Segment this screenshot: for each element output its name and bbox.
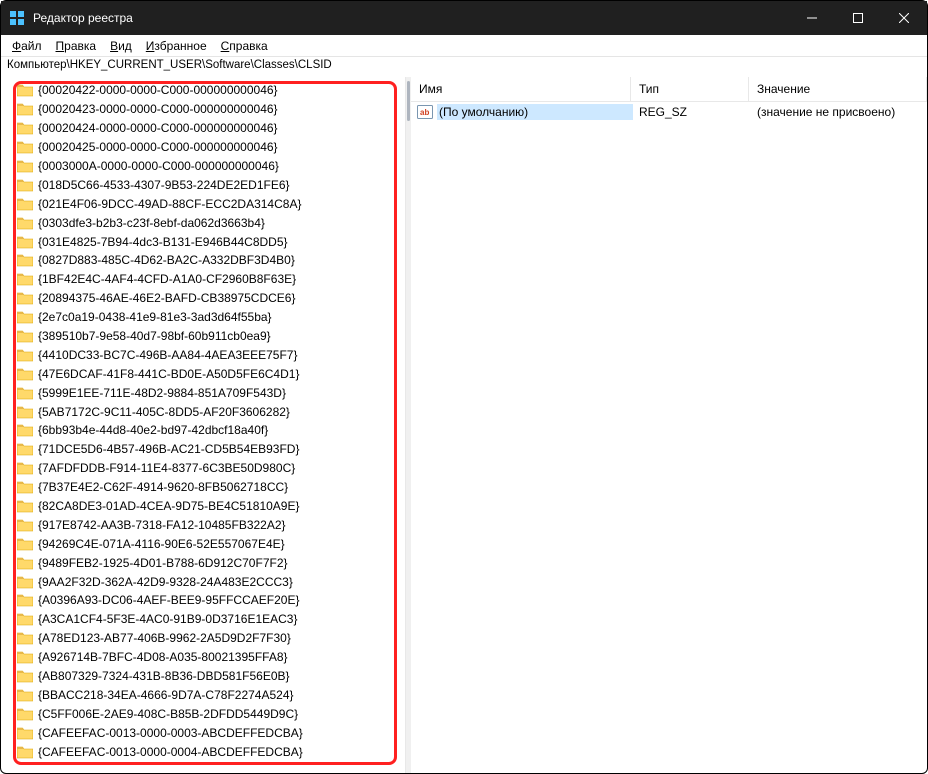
tree-item[interactable]: {7AFDFDDB-F914-11E4-8377-6C3BE50D980C} — [17, 459, 405, 478]
tree-item-label: {5999E1EE-711E-48D2-9884-851A709F543D} — [38, 386, 286, 400]
address-bar[interactable]: Компьютер\HKEY_CURRENT_USER\Software\Cla… — [1, 57, 927, 77]
tree-item-label: {0003000A-0000-0000-C000-000000000046} — [38, 159, 279, 173]
tree-item[interactable]: {5999E1EE-711E-48D2-9884-851A709F543D} — [17, 383, 405, 402]
col-header-name[interactable]: Имя — [411, 77, 631, 101]
tree-item-label: {2e7c0a19-0438-41e9-81e3-3ad3d64f55ba} — [38, 310, 272, 324]
tree-item-label: {1BF42E4C-4AF4-4CFD-A1A0-CF2960B8F63E} — [38, 272, 296, 286]
menu-view[interactable]: Вид — [103, 37, 139, 55]
menu-favorites[interactable]: Избранное — [139, 37, 214, 55]
titlebar: Редактор реестра — [1, 1, 927, 35]
tree-item[interactable]: {CAFEEFAC-0013-0000-0003-ABCDEFFEDCBA} — [17, 723, 405, 742]
value-row[interactable]: ab (По умолчанию)REG_SZ(значение не присв… — [411, 102, 927, 122]
menu-file[interactable]: Файл — [5, 37, 49, 55]
tree-item-label: {82CA8DE3-01AD-4CEA-9D75-BE4C51810A9E} — [38, 499, 300, 513]
tree-item[interactable]: {20894375-46AE-46E2-BAFD-CB38975CDCE6} — [17, 289, 405, 308]
tree-item-label: {00020422-0000-0000-C000-000000000046} — [38, 83, 278, 97]
tree-item-label: {94269C4E-071A-4116-90E6-52E557067E4E} — [38, 537, 285, 551]
splitter[interactable] — [406, 77, 411, 773]
tree-item-label: {9489FEB2-1925-4D01-B788-6D912C70F7F2} — [38, 556, 288, 570]
tree-item[interactable]: {A926714B-7BFC-4D08-A035-80021395FFA8} — [17, 648, 405, 667]
tree-item-label: {AB807329-7324-431B-8B36-DBD581F56E0B} — [38, 669, 290, 683]
tree-item[interactable]: {031E4825-7B94-4dc3-B131-E946B44C8DD5} — [17, 232, 405, 251]
menubar: Файл Правка Вид Избранное Справка — [1, 35, 927, 57]
tree-item[interactable]: {A78ED123-AB77-406B-9962-2A5D9D2F7F30} — [17, 629, 405, 648]
tree-item-label: {CAFEEFAC-0013-0000-0004-ABCDEFFEDCBA} — [38, 745, 303, 759]
tree-item-label: {A926714B-7BFC-4D08-A035-80021395FFA8} — [38, 650, 288, 664]
tree-item[interactable]: {9AA2F32D-362A-42D9-9328-24A483E2CCC3} — [17, 572, 405, 591]
tree-item-label: {0827D883-485C-4D62-BA2C-A332DBF3D4B0} — [38, 253, 295, 267]
tree-item[interactable]: {6bb93b4e-44d8-40e2-bd97-42dbcf18a40f} — [17, 421, 405, 440]
tree-item[interactable]: {9489FEB2-1925-4D01-B788-6D912C70F7F2} — [17, 553, 405, 572]
tree-item[interactable]: {71DCE5D6-4B57-496B-AC21-CD5B54EB93FD} — [17, 440, 405, 459]
tree-item[interactable]: {021E4F06-9DCC-49AD-88CF-ECC2DA314C8A} — [17, 194, 405, 213]
values-pane: Имя Тип Значение ab (По умолчанию)REG_SZ(… — [411, 77, 927, 773]
tree-item-label: {BBACC218-34EA-4666-9D7A-C78F2274A524} — [38, 688, 294, 702]
tree-item[interactable]: {A3CA1CF4-5F3E-4AC0-91B9-0D3716E1EAC3} — [17, 610, 405, 629]
tree-item[interactable]: {00020423-0000-0000-C000-000000000046} — [17, 100, 405, 119]
tree-item[interactable]: {00020425-0000-0000-C000-000000000046} — [17, 138, 405, 157]
value-data: (значение не присвоено) — [751, 105, 927, 119]
tree-item[interactable]: {47E6DCAF-41F8-441C-BD0E-A50D5FE6C4D1} — [17, 364, 405, 383]
tree-item-label: {9AA2F32D-362A-42D9-9328-24A483E2CCC3} — [38, 575, 293, 589]
tree-item[interactable]: {BBACC218-34EA-4666-9D7A-C78F2274A524} — [17, 686, 405, 705]
tree-item-label: {A3CA1CF4-5F3E-4AC0-91B9-0D3716E1EAC3} — [38, 612, 297, 626]
app-icon — [9, 10, 25, 26]
tree-item[interactable]: {0303dfe3-b2b3-c23f-8ebf-da062d3663b4} — [17, 213, 405, 232]
close-button[interactable] — [881, 1, 927, 35]
tree-item[interactable]: {7B37E4E2-C62F-4914-9620-8FB5062718CC} — [17, 478, 405, 497]
tree-item-label: {4410DC33-BC7C-496B-AA84-4AEA3EEE75F7} — [38, 348, 298, 362]
tree-item[interactable]: {4410DC33-BC7C-496B-AA84-4AEA3EEE75F7} — [17, 345, 405, 364]
tree-item[interactable]: {1BF42E4C-4AF4-4CFD-A1A0-CF2960B8F63E} — [17, 270, 405, 289]
tree-pane: {00020422-0000-0000-C000-000000000046} {0… — [1, 77, 406, 773]
tree-item-label: {00020424-0000-0000-C000-000000000046} — [38, 121, 278, 135]
svg-text:ab: ab — [420, 108, 429, 117]
tree-item[interactable]: {A0396A93-DC06-4AEF-BEE9-95FFCCAEF20E} — [17, 591, 405, 610]
tree-item-label: {CAFEEFAC-0013-0000-0003-ABCDEFFEDCBA} — [38, 726, 303, 740]
tree-item[interactable]: {CAFEEFAC-0013-0000-0004-ABCDEFFEDCBA} — [17, 742, 405, 761]
tree-item-label: {917E8742-AA3B-7318-FA12-10485FB322A2} — [38, 518, 286, 532]
tree-item[interactable]: {00020424-0000-0000-C000-000000000046} — [17, 119, 405, 138]
tree-item-label: {A78ED123-AB77-406B-9962-2A5D9D2F7F30} — [38, 631, 291, 645]
tree-item-label: {00020423-0000-0000-C000-000000000046} — [38, 102, 278, 116]
tree-item[interactable]: {C5FF006E-2AE9-408C-B85B-2DFDD5449D9C} — [17, 704, 405, 723]
tree-item-label: {5AB7172C-9C11-405C-8DD5-AF20F3606282} — [38, 405, 290, 419]
value-name: (По умолчанию) — [437, 104, 633, 120]
tree-item-label: {0303dfe3-b2b3-c23f-8ebf-da062d3663b4} — [38, 216, 265, 230]
tree-item-label: {031E4825-7B94-4dc3-B131-E946B44C8DD5} — [38, 235, 288, 249]
tree-item[interactable]: {018D5C66-4533-4307-9B53-224DE2ED1FE6} — [17, 175, 405, 194]
tree-item-label: {20894375-46AE-46E2-BAFD-CB38975CDCE6} — [38, 291, 296, 305]
tree-item[interactable]: {917E8742-AA3B-7318-FA12-10485FB322A2} — [17, 515, 405, 534]
tree-item[interactable]: {82CA8DE3-01AD-4CEA-9D75-BE4C51810A9E} — [17, 497, 405, 516]
tree-item-label: {021E4F06-9DCC-49AD-88CF-ECC2DA314C8A} — [38, 197, 301, 211]
tree-item-label: {018D5C66-4533-4307-9B53-224DE2ED1FE6} — [38, 178, 290, 192]
menu-edit[interactable]: Правка — [49, 37, 104, 55]
tree-item-label: {C5FF006E-2AE9-408C-B85B-2DFDD5449D9C} — [38, 707, 298, 721]
tree-item[interactable]: {00020422-0000-0000-C000-000000000046} — [17, 81, 405, 100]
tree-item-label: {A0396A93-DC06-4AEF-BEE9-95FFCCAEF20E} — [38, 593, 299, 607]
tree-item[interactable]: {389510b7-9e58-40d7-98bf-60b911cb0ea9} — [17, 327, 405, 346]
tree-item[interactable]: {0827D883-485C-4D62-BA2C-A332DBF3D4B0} — [17, 251, 405, 270]
tree-item[interactable]: {5AB7172C-9C11-405C-8DD5-AF20F3606282} — [17, 402, 405, 421]
tree-item-label: {7AFDFDDB-F914-11E4-8377-6C3BE50D980C} — [38, 461, 295, 475]
value-type: REG_SZ — [633, 105, 751, 119]
tree-item-label: {00020425-0000-0000-C000-000000000046} — [38, 140, 278, 154]
tree-item-label: {71DCE5D6-4B57-496B-AC21-CD5B54EB93FD} — [38, 442, 299, 456]
tree-item[interactable]: {AB807329-7324-431B-8B36-DBD581F56E0B} — [17, 667, 405, 686]
tree-item[interactable]: {2e7c0a19-0438-41e9-81e3-3ad3d64f55ba} — [17, 308, 405, 327]
col-header-value[interactable]: Значение — [749, 77, 927, 101]
tree-item-label: {7B37E4E2-C62F-4914-9620-8FB5062718CC} — [38, 480, 288, 494]
tree-item-label: {6bb93b4e-44d8-40e2-bd97-42dbcf18a40f} — [38, 423, 268, 437]
window-title: Редактор реестра — [33, 11, 789, 25]
maximize-button[interactable] — [835, 1, 881, 35]
col-header-type[interactable]: Тип — [631, 77, 749, 101]
menu-help[interactable]: Справка — [214, 37, 275, 55]
tree-item-label: {389510b7-9e58-40d7-98bf-60b911cb0ea9} — [38, 329, 271, 343]
column-headers: Имя Тип Значение — [411, 77, 927, 102]
tree-item[interactable]: {94269C4E-071A-4116-90E6-52E557067E4E} — [17, 534, 405, 553]
tree-item-label: {47E6DCAF-41F8-441C-BD0E-A50D5FE6C4D1} — [38, 367, 299, 381]
minimize-button[interactable] — [789, 1, 835, 35]
tree-item[interactable]: {0003000A-0000-0000-C000-000000000046} — [17, 157, 405, 176]
